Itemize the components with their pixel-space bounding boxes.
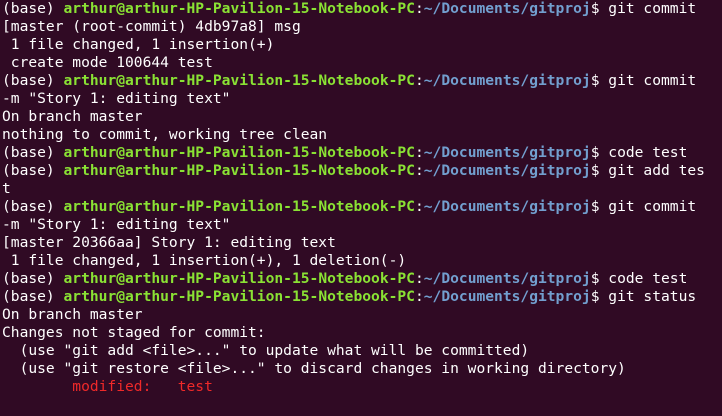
terminal-window[interactable]: (base) arthur@arthur-HP-Pavilion-15-Note… xyxy=(0,0,722,416)
output-line: On branch master xyxy=(2,108,722,126)
prompt-colon: : xyxy=(414,288,424,305)
output-line: -m "Story 1: editing text" xyxy=(2,216,722,234)
output-line: [master 20366aa] Story 1: editing text xyxy=(2,234,722,252)
output-text: t xyxy=(2,180,11,197)
output-text: modified: test xyxy=(2,378,213,395)
prompt-dollar: $ xyxy=(590,72,609,89)
terminal-output: (base) arthur@arthur-HP-Pavilion-15-Note… xyxy=(2,0,722,396)
output-line: nothing to commit, working tree clean xyxy=(2,126,722,144)
prompt-line: (base) arthur@arthur-HP-Pavilion-15-Note… xyxy=(2,270,722,288)
command-text: git add tes xyxy=(608,162,705,179)
prompt-line: (base) arthur@arthur-HP-Pavilion-15-Note… xyxy=(2,198,722,216)
output-text: -m "Story 1: editing text" xyxy=(2,216,231,233)
command-text: code test xyxy=(608,270,688,287)
prompt-user-host: arthur@arthur-HP-Pavilion-15-Notebook-PC xyxy=(63,288,415,305)
prompt-colon: : xyxy=(414,198,424,215)
prompt-dollar: $ xyxy=(590,0,609,17)
output-text: On branch master xyxy=(2,306,143,323)
prompt-env: (base) xyxy=(2,144,64,161)
prompt-user-host: arthur@arthur-HP-Pavilion-15-Notebook-PC xyxy=(63,198,415,215)
prompt-user-host: arthur@arthur-HP-Pavilion-15-Notebook-PC xyxy=(63,144,415,161)
modified-file-line: modified: test xyxy=(2,378,722,396)
command-text: git commit xyxy=(608,198,697,215)
prompt-dollar: $ xyxy=(590,198,609,215)
output-text: On branch master xyxy=(2,108,143,125)
prompt-colon: : xyxy=(414,0,424,17)
output-text: [master 20366aa] Story 1: editing text xyxy=(2,234,336,251)
prompt-user-host: arthur@arthur-HP-Pavilion-15-Notebook-PC xyxy=(63,0,415,17)
output-text: -m "Story 1: editing text" xyxy=(2,90,231,107)
prompt-dollar: $ xyxy=(590,162,609,179)
prompt-path: ~/Documents/gitproj xyxy=(423,162,591,179)
output-line: Changes not staged for commit: xyxy=(2,324,722,342)
output-line: On branch master xyxy=(2,306,722,324)
prompt-env: (base) xyxy=(2,72,64,89)
output-text: create mode 100644 test xyxy=(2,54,213,71)
output-text: (use "git add <file>..." to update what … xyxy=(2,342,530,359)
prompt-path: ~/Documents/gitproj xyxy=(423,0,591,17)
prompt-dollar: $ xyxy=(590,270,609,287)
prompt-colon: : xyxy=(414,270,424,287)
prompt-line: (base) arthur@arthur-HP-Pavilion-15-Note… xyxy=(2,288,722,306)
output-line: 1 file changed, 1 insertion(+), 1 deleti… xyxy=(2,252,722,270)
output-text: nothing to commit, working tree clean xyxy=(2,126,328,143)
prompt-colon: : xyxy=(414,144,424,161)
prompt-user-host: arthur@arthur-HP-Pavilion-15-Notebook-PC xyxy=(63,162,415,179)
command-text: git status xyxy=(608,288,697,305)
command-text: code test xyxy=(608,144,688,161)
prompt-env: (base) xyxy=(2,162,64,179)
prompt-path: ~/Documents/gitproj xyxy=(423,72,591,89)
prompt-user-host: arthur@arthur-HP-Pavilion-15-Notebook-PC xyxy=(63,270,415,287)
command-text: git commit xyxy=(608,0,697,17)
output-text: 1 file changed, 1 insertion(+) xyxy=(2,36,275,53)
output-line: -m "Story 1: editing text" xyxy=(2,90,722,108)
prompt-dollar: $ xyxy=(590,288,609,305)
prompt-env: (base) xyxy=(2,270,64,287)
output-line: [master (root-commit) 4db97a8] msg xyxy=(2,18,722,36)
output-line: (use "git add <file>..." to update what … xyxy=(2,342,722,360)
output-text: (use "git restore <file>..." to discard … xyxy=(2,360,626,377)
prompt-colon: : xyxy=(414,72,424,89)
prompt-user-host: arthur@arthur-HP-Pavilion-15-Notebook-PC xyxy=(63,72,415,89)
command-text: git commit xyxy=(608,72,697,89)
prompt-line: (base) arthur@arthur-HP-Pavilion-15-Note… xyxy=(2,72,722,90)
output-line: create mode 100644 test xyxy=(2,54,722,72)
prompt-path: ~/Documents/gitproj xyxy=(423,270,591,287)
prompt-path: ~/Documents/gitproj xyxy=(423,144,591,161)
prompt-dollar: $ xyxy=(590,144,609,161)
output-line: (use "git restore <file>..." to discard … xyxy=(2,360,722,378)
prompt-path: ~/Documents/gitproj xyxy=(423,288,591,305)
output-text: Changes not staged for commit: xyxy=(2,324,266,341)
prompt-path: ~/Documents/gitproj xyxy=(423,198,591,215)
prompt-env: (base) xyxy=(2,288,64,305)
prompt-line: (base) arthur@arthur-HP-Pavilion-15-Note… xyxy=(2,162,722,180)
prompt-line: (base) arthur@arthur-HP-Pavilion-15-Note… xyxy=(2,0,722,18)
output-line: 1 file changed, 1 insertion(+) xyxy=(2,36,722,54)
output-line: t xyxy=(2,180,722,198)
prompt-line: (base) arthur@arthur-HP-Pavilion-15-Note… xyxy=(2,144,722,162)
output-text: 1 file changed, 1 insertion(+), 1 deleti… xyxy=(2,252,407,269)
prompt-env: (base) xyxy=(2,0,64,17)
prompt-env: (base) xyxy=(2,198,64,215)
output-text: [master (root-commit) 4db97a8] msg xyxy=(2,18,301,35)
prompt-colon: : xyxy=(414,162,424,179)
